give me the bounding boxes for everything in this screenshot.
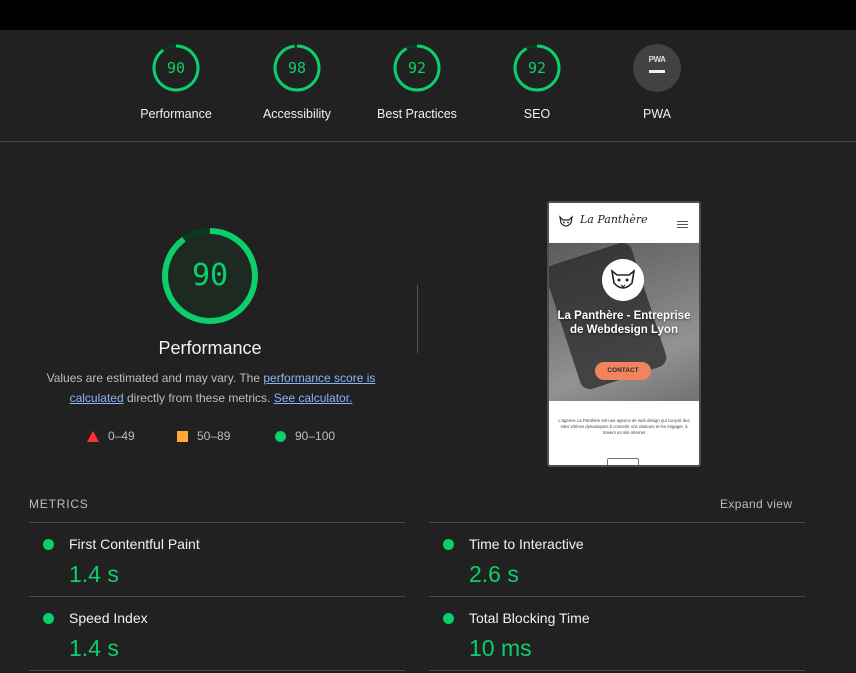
gauge-label: PWA	[642, 107, 671, 121]
screenshot-hero: La Panthère - Entreprise de Webdesign Ly…	[549, 243, 699, 401]
metric-first-contentful-paint: First Contentful Paint 1.4 s	[29, 523, 404, 593]
screenshot-hero-title: La Panthère - Entreprise de Webdesign Ly…	[557, 310, 691, 336]
metric-value: 10 ms	[469, 635, 532, 661]
hamburger-menu-icon	[677, 221, 688, 228]
gauge-label: Accessibility	[262, 107, 332, 121]
metrics-header: METRICS	[29, 497, 89, 511]
metric-name: Total Blocking Time	[469, 610, 590, 626]
legend-average: 50–89	[177, 429, 230, 443]
category-gauges: 90 Performance 98 Accessibility 92 Best …	[0, 30, 856, 142]
gauge-label: Best Practices	[377, 107, 457, 121]
metric-value: 1.4 s	[69, 635, 119, 661]
gauge-label: Performance	[140, 107, 212, 121]
vertical-divider	[417, 285, 418, 353]
square-icon	[177, 431, 188, 443]
pass-circle-icon	[43, 539, 54, 550]
top-bar	[0, 0, 856, 30]
screenshot-brand: La Panthère	[580, 213, 648, 226]
legend-pass: 90–100	[275, 429, 335, 443]
performance-title: Performance	[158, 338, 262, 358]
pass-circle-icon	[443, 539, 454, 550]
metric-value: 1.4 s	[69, 561, 119, 587]
metric-value: 2.6 s	[469, 561, 519, 587]
metric-time-to-interactive: Time to Interactive 2.6 s	[429, 523, 804, 593]
screenshot-body-text: L'agence La Panthère est une agence de w…	[558, 418, 690, 435]
triangle-icon	[87, 431, 99, 443]
panther-logo-icon	[559, 215, 573, 227]
gauge-score: 98	[287, 59, 307, 77]
desc-mid: directly from these metrics.	[123, 390, 274, 405]
metric-name: Time to Interactive	[469, 536, 584, 552]
gauge-score: 90	[166, 59, 186, 77]
expand-view-button[interactable]: Expand view	[720, 497, 792, 511]
metric-name: Speed Index	[69, 610, 148, 626]
pwa-dash	[649, 70, 665, 73]
metric-divider	[29, 670, 405, 671]
pwa-badge-text: PWA	[648, 55, 666, 64]
legend-fail: 0–49	[87, 429, 135, 443]
legend-pass-range: 90–100	[295, 429, 336, 443]
browser-window-icon	[607, 458, 639, 465]
metric-name: First Contentful Paint	[69, 536, 200, 552]
pass-circle-icon	[43, 613, 54, 624]
screenshot-contact-button: CONTACT	[595, 362, 651, 380]
desc-prefix: Values are estimated and may vary. The	[46, 371, 264, 385]
screenshot-header: La Panthère	[549, 203, 699, 243]
pwa-badge-icon: PWA	[633, 44, 681, 92]
gauge-score: 92	[407, 59, 427, 77]
legend-fail-range: 0–49	[108, 429, 135, 443]
see-calculator-link[interactable]: See calculator.	[274, 391, 353, 405]
panther-avatar-icon	[602, 259, 644, 301]
metric-speed-index: Speed Index 1.4 s	[29, 597, 404, 667]
gauge-label: SEO	[523, 107, 551, 121]
performance-score: 90	[191, 258, 229, 293]
circle-icon	[275, 431, 286, 443]
final-screenshot[interactable]: La Panthère La Panthère - Entreprise de …	[547, 201, 701, 467]
metric-divider	[429, 670, 805, 671]
pass-circle-icon	[443, 613, 454, 624]
metric-total-blocking-time: Total Blocking Time 10 ms	[429, 597, 804, 667]
performance-description: Values are estimated and may vary. The p…	[30, 369, 392, 408]
legend-average-range: 50–89	[197, 429, 231, 443]
gauge-score: 92	[527, 59, 547, 77]
